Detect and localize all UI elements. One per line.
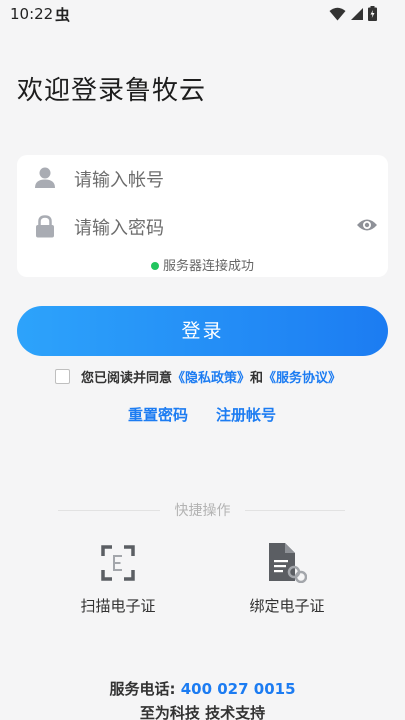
username-field[interactable]: 请输入帐号: [17, 155, 388, 201]
password-field[interactable]: 请输入密码: [17, 203, 388, 249]
status-icons: [329, 6, 377, 21]
login-form-card: 请输入帐号 请输入密码 服务器连接成功: [17, 155, 388, 277]
server-status: 服务器连接成功: [17, 255, 388, 274]
service-phone-number[interactable]: 400 027 0015: [181, 680, 296, 698]
user-icon: [35, 167, 55, 188]
service-agreement-link[interactable]: 《服务协议》: [263, 367, 341, 386]
bind-ecert-label: 绑定电子证: [249, 597, 325, 615]
scan-icon: [101, 545, 135, 581]
signal-icon: [351, 7, 363, 20]
privacy-policy-link[interactable]: 《隐私政策》: [172, 367, 250, 386]
password-placeholder: 请输入密码: [74, 218, 164, 239]
wifi-icon: [329, 7, 346, 20]
scan-icon-wrap: [58, 543, 178, 583]
battery-icon: [368, 6, 377, 21]
agreement-and: 和: [250, 370, 264, 386]
scan-ecert-label: 扫描电子证: [80, 597, 156, 615]
login-screen: 10:22 虫 欢迎登录鲁牧云 请输入帐号 请输入密码 服务器连接成功 登录 您…: [0, 0, 405, 720]
document-link-icon: [269, 543, 307, 583]
status-bar: 10:22 虫: [0, 0, 405, 30]
reset-password-link[interactable]: 重置密码: [128, 404, 188, 425]
agreement-prefix: 您已阅读并同意: [81, 370, 173, 386]
bind-ecert-button[interactable]: 绑定电子证: [227, 543, 347, 616]
register-link[interactable]: 注册帐号: [216, 404, 276, 425]
quick-actions-divider: 快捷操作: [0, 500, 405, 520]
status-time: 10:22: [10, 5, 54, 23]
service-phone-label: 服务电话:: [109, 680, 176, 698]
agreement-checkbox[interactable]: [55, 368, 70, 384]
username-placeholder: 请输入帐号: [74, 170, 164, 191]
eye-icon[interactable]: [356, 217, 378, 233]
server-status-text: 服务器连接成功: [162, 259, 254, 274]
tech-support-text: 至为科技 技术支持: [139, 704, 266, 720]
welcome-title: 欢迎登录鲁牧云: [17, 76, 207, 106]
status-dot: [150, 262, 159, 270]
service-phone-row: 服务电话: 400 027 0015: [0, 678, 405, 699]
agreement-row: 您已阅读并同意 《隐私政策》 和 《服务协议》: [55, 366, 341, 386]
login-button[interactable]: 登录: [17, 306, 388, 356]
scan-ecert-button[interactable]: 扫描电子证: [58, 543, 178, 616]
bind-icon-wrap: [227, 543, 347, 583]
lock-icon: [36, 215, 54, 238]
debug-bug-icon: 虫: [55, 6, 71, 24]
divider-right: [245, 510, 345, 511]
